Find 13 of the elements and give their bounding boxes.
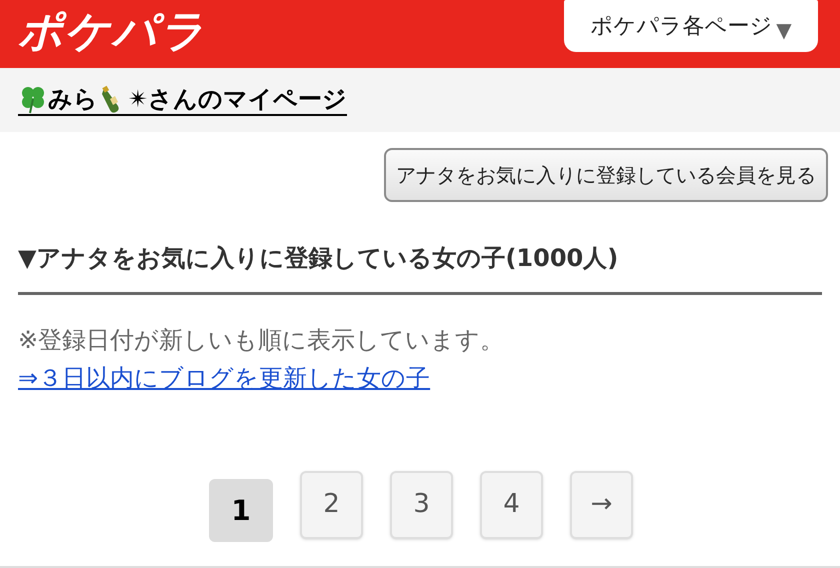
page-button[interactable]: → — [570, 470, 633, 538]
sort-note: ※登録日付が新しいも順に表示しています。 — [18, 325, 506, 356]
recent-blog-link[interactable]: ⇒３日以内にブログを更新した女の子 — [18, 364, 430, 392]
page-menu-button[interactable]: ポケパラ各ページ ▼ — [564, 0, 818, 52]
mypage-link[interactable]: みら ✴さんのマイページ — [18, 84, 348, 116]
logo[interactable]: ポケパラ — [18, 6, 206, 58]
favorited-by-members-button[interactable]: アナタをお気に入りに登録している会員を見る — [384, 148, 828, 202]
caret-icon: ▼ — [776, 15, 792, 45]
page-button[interactable]: 1 — [209, 479, 273, 542]
page-button[interactable]: 2 — [300, 470, 363, 538]
section-title: ▼アナタをお気に入りに登録している女の子(1000人) — [18, 243, 620, 274]
page-button[interactable]: 3 — [390, 470, 453, 538]
page-button[interactable]: 4 — [480, 470, 543, 538]
